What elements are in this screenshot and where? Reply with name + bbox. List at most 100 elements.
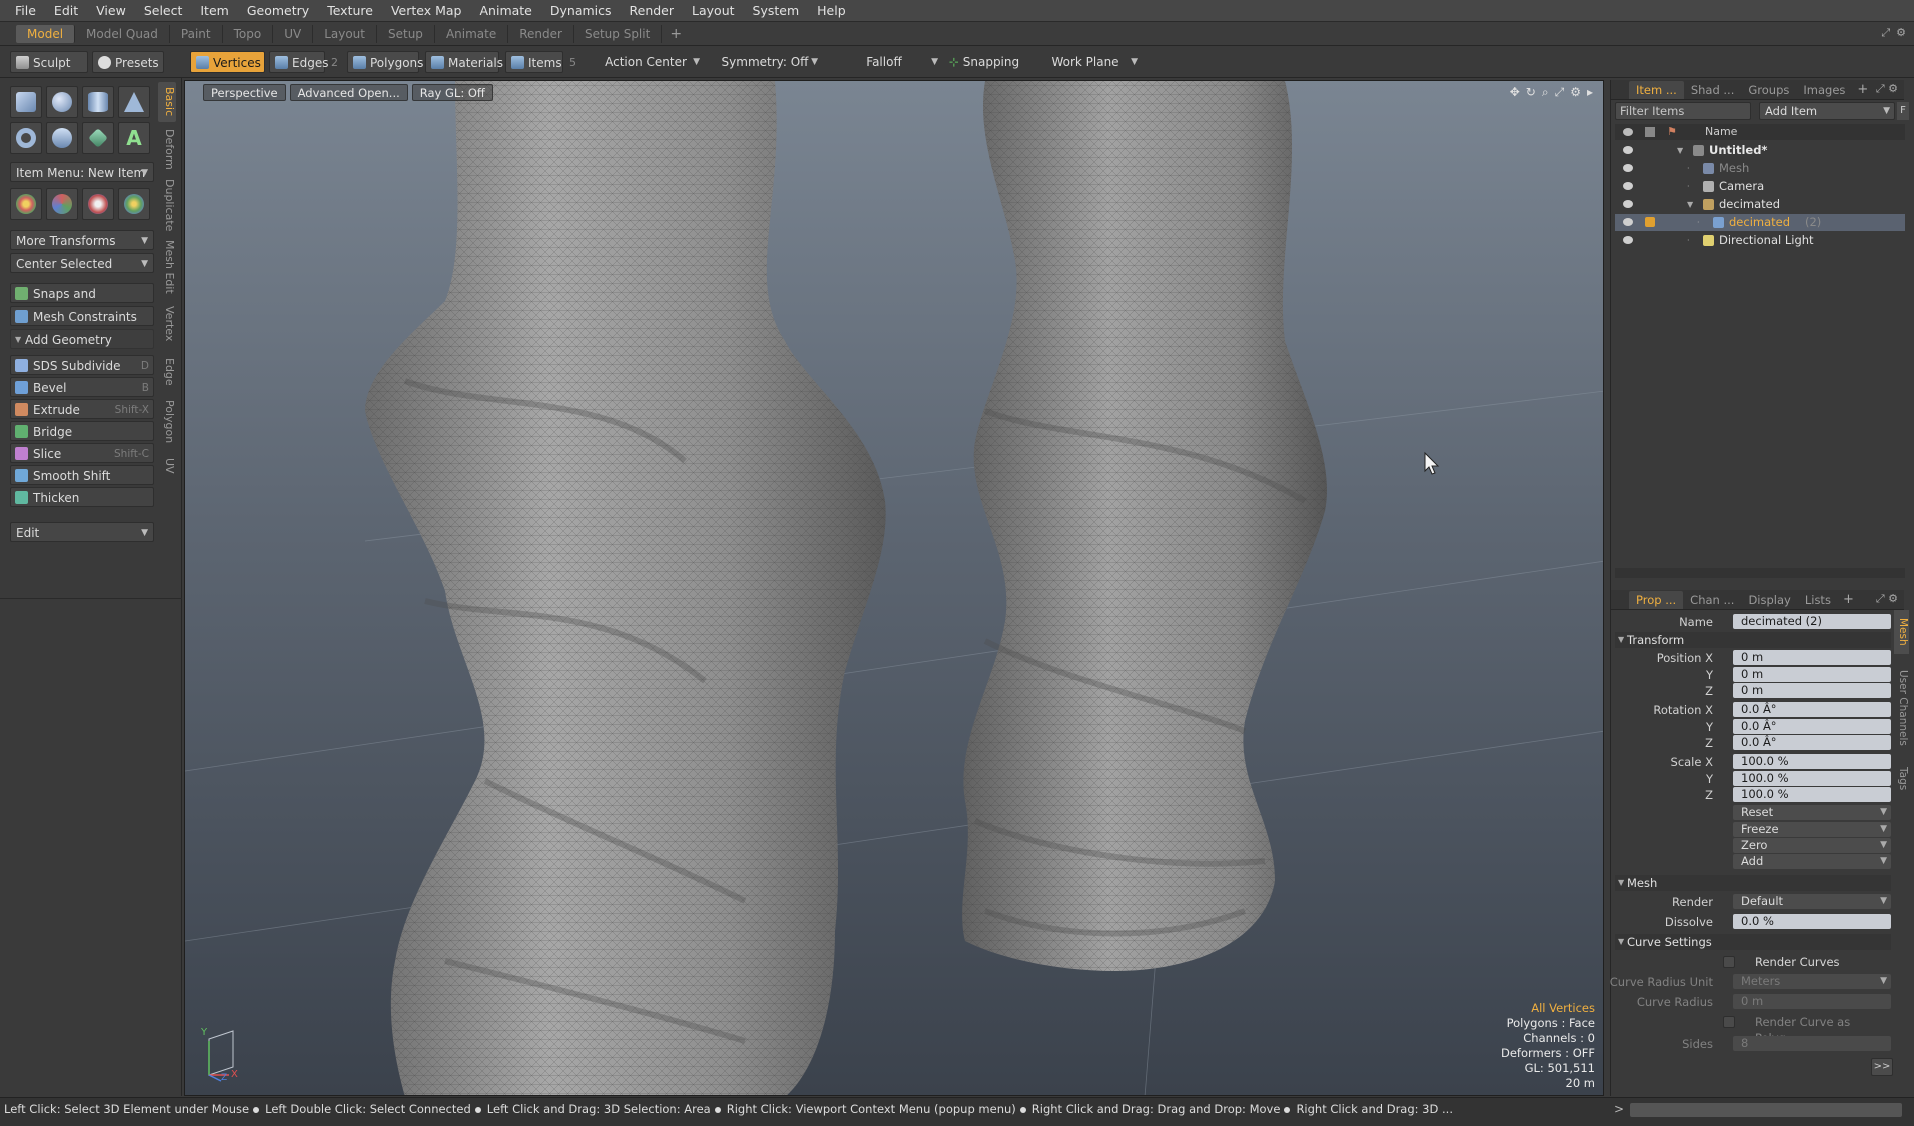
expand-icon[interactable]: ⤢ (1881, 26, 1890, 40)
toolbox-tab-edge[interactable]: Edge (158, 352, 176, 392)
visibility-eye-icon[interactable] (1623, 236, 1633, 244)
render-curve-poly-checkbox[interactable] (1723, 1016, 1735, 1028)
rotation-z-field[interactable]: 0.0 Â° (1733, 735, 1891, 750)
visibility-eye-icon[interactable] (1623, 146, 1633, 154)
name-column-header[interactable]: Name (1705, 124, 1737, 140)
tree-item-directional-light[interactable]: · Directional Light (1615, 232, 1905, 249)
scale-z-field[interactable]: 100.0 % (1733, 787, 1891, 802)
filter-toggle-button[interactable]: F (1897, 102, 1909, 120)
transform-section[interactable]: ▼ Transform (1615, 632, 1891, 648)
dissolve-field[interactable]: 0.0 % (1733, 914, 1891, 929)
props-vtab-mesh[interactable]: Mesh (1894, 610, 1909, 654)
layout-tab-model-quad[interactable]: Model Quad (75, 24, 170, 43)
snapping-button[interactable]: ⊹ Snapping (946, 51, 1022, 73)
more-properties-button[interactable]: >> (1871, 1058, 1893, 1076)
toolbox-tab-duplicate[interactable]: Duplicate (158, 176, 176, 234)
toolbox-tab-basic[interactable]: Basic (158, 82, 176, 122)
menu-vertex-map[interactable]: Vertex Map (382, 0, 471, 22)
maximize-view-icon[interactable]: ⤢ (1555, 85, 1565, 100)
vertices-mode-button[interactable]: Vertices (190, 51, 265, 73)
toolbox-tab-uv[interactable]: UV (158, 452, 176, 480)
raygl-button[interactable]: Ray GL: Off (411, 83, 493, 101)
toolbox-tab-mesh-edit[interactable]: Mesh Edit (158, 238, 176, 296)
visibility-eye-icon[interactable] (1623, 182, 1633, 190)
mesh-constraints-button[interactable]: Mesh Constraints (10, 306, 154, 326)
tool-bridge-button[interactable]: Bridge (10, 421, 154, 441)
tree-item-camera[interactable]: · Camera (1615, 178, 1905, 195)
add-dropdown[interactable]: Add ▼ (1733, 854, 1891, 869)
menu-render[interactable]: Render (621, 0, 684, 22)
props-tab-1[interactable]: Chan ... (1683, 591, 1741, 609)
mesh-section[interactable]: ▼ Mesh (1615, 875, 1891, 891)
menu-item[interactable]: Item (191, 0, 237, 22)
tool-extrude-button[interactable]: Extrude Shift-X (10, 399, 154, 419)
tree-branch-icon[interactable]: · (1687, 178, 1690, 195)
add-geometry-section[interactable]: ▼ Add Geometry (10, 329, 154, 349)
items-tab-3[interactable]: Images (1796, 81, 1852, 99)
items-tab-2[interactable]: Groups (1741, 81, 1796, 99)
render-curves-checkbox[interactable] (1723, 956, 1735, 968)
edit-dropdown[interactable]: Edit ▼ (10, 522, 154, 542)
more-transforms-dropdown[interactable]: More Transforms ▼ (10, 230, 154, 250)
zero-dropdown[interactable]: Zero ▼ (1733, 838, 1891, 853)
perspective-view-button[interactable]: Perspective (203, 83, 286, 101)
rotation-y-field[interactable]: 0.0 Â° (1733, 719, 1891, 734)
items-mode-button[interactable]: Items 5 (505, 51, 576, 73)
layout-tab-render[interactable]: Render (508, 24, 574, 43)
visibility-eye-icon[interactable] (1623, 200, 1633, 208)
expand-triangle-icon[interactable]: ▼ (1677, 142, 1683, 159)
item-menu-dropdown[interactable]: Item Menu: New Item ▼ (10, 162, 154, 182)
name-field[interactable]: decimated (2) (1733, 614, 1891, 629)
curve-radius-field[interactable]: 0 m (1733, 994, 1891, 1009)
layout-tab-setup-split[interactable]: Setup Split (574, 24, 663, 43)
render-dropdown[interactable]: Default ▼ (1733, 894, 1891, 909)
props-vtab-user-channels[interactable]: User Channels (1894, 660, 1909, 756)
layout-tab-setup[interactable]: Setup (377, 24, 435, 43)
menu-file[interactable]: File (6, 0, 45, 22)
visibility-eye-icon[interactable] (1623, 164, 1633, 172)
viewport-settings-icon[interactable]: ⚙ (1570, 85, 1581, 100)
layout-tab-topo[interactable]: Topo (223, 24, 274, 43)
torus-tool-button[interactable] (10, 122, 42, 154)
curve-radius-unit-dropdown[interactable]: Meters ▼ (1733, 974, 1891, 989)
items-tab-1[interactable]: Shad ... (1684, 81, 1742, 99)
menu-select[interactable]: Select (135, 0, 192, 22)
props-panel-settings-icon[interactable]: ⤢ ⚙ (1876, 592, 1898, 606)
tool-slice-button[interactable]: Slice Shift-C (10, 443, 154, 463)
items-add-tab-button[interactable]: + (1852, 82, 1873, 97)
work-plane-dropdown[interactable]: Work Plane ▼ (1028, 51, 1142, 73)
transform-tool-button[interactable] (118, 188, 150, 220)
position-x-field[interactable]: 0 m (1733, 650, 1891, 665)
layout-tab-layout[interactable]: Layout (313, 24, 377, 43)
layout-tab-paint[interactable]: Paint (170, 24, 223, 43)
symmetry-dropdown[interactable]: Symmetry: Off ▼ (708, 51, 822, 73)
action-center-dropdown[interactable]: Action Center ▼ (588, 51, 704, 73)
3d-viewport[interactable]: Perspective Advanced Open... Ray GL: Off… (184, 80, 1604, 1096)
menu-system[interactable]: System (744, 0, 809, 22)
tool-smooth-shift-button[interactable]: Smooth Shift (10, 465, 154, 485)
tree-item-decimated[interactable]: ▼ decimated (1615, 196, 1905, 213)
props-tab-2[interactable]: Display (1741, 591, 1797, 609)
props-add-tab-button[interactable]: + (1838, 592, 1859, 607)
freeze-dropdown[interactable]: Freeze ▼ (1733, 822, 1891, 837)
scale-y-field[interactable]: 100.0 % (1733, 771, 1891, 786)
tool-sds-subdivide-button[interactable]: SDS Subdivide D (10, 355, 154, 375)
viewport-menu-icon[interactable]: ▸ (1587, 85, 1593, 100)
tree-item-untitled*[interactable]: ▼ Untitled* (1615, 142, 1905, 159)
tree-item-decimated-2[interactable]: · decimated (2) (1615, 214, 1905, 231)
reset-dropdown[interactable]: Reset ▼ (1733, 805, 1891, 820)
layout-tab-animate[interactable]: Animate (435, 24, 509, 43)
tree-item-mesh[interactable]: · Mesh (1615, 160, 1905, 177)
position-y-field[interactable]: 0 m (1733, 667, 1891, 682)
tree-branch-icon[interactable]: · (1687, 160, 1690, 177)
toolbox-tab-deform[interactable]: Deform (158, 126, 176, 172)
props-tab-3[interactable]: Lists (1798, 591, 1838, 609)
materials-mode-button[interactable]: Materials (425, 51, 503, 73)
command-input[interactable] (1630, 1103, 1902, 1117)
rotate-view-icon[interactable]: ↻ (1526, 85, 1536, 100)
add-item-dropdown[interactable]: Add Item ▼ (1759, 102, 1895, 120)
items-tab-0[interactable]: Item ... (1629, 80, 1684, 99)
filter-items-input[interactable]: Filter Items (1615, 102, 1751, 120)
falloff-dropdown[interactable]: Falloff ▼ (826, 51, 942, 73)
menu-view[interactable]: View (87, 0, 135, 22)
